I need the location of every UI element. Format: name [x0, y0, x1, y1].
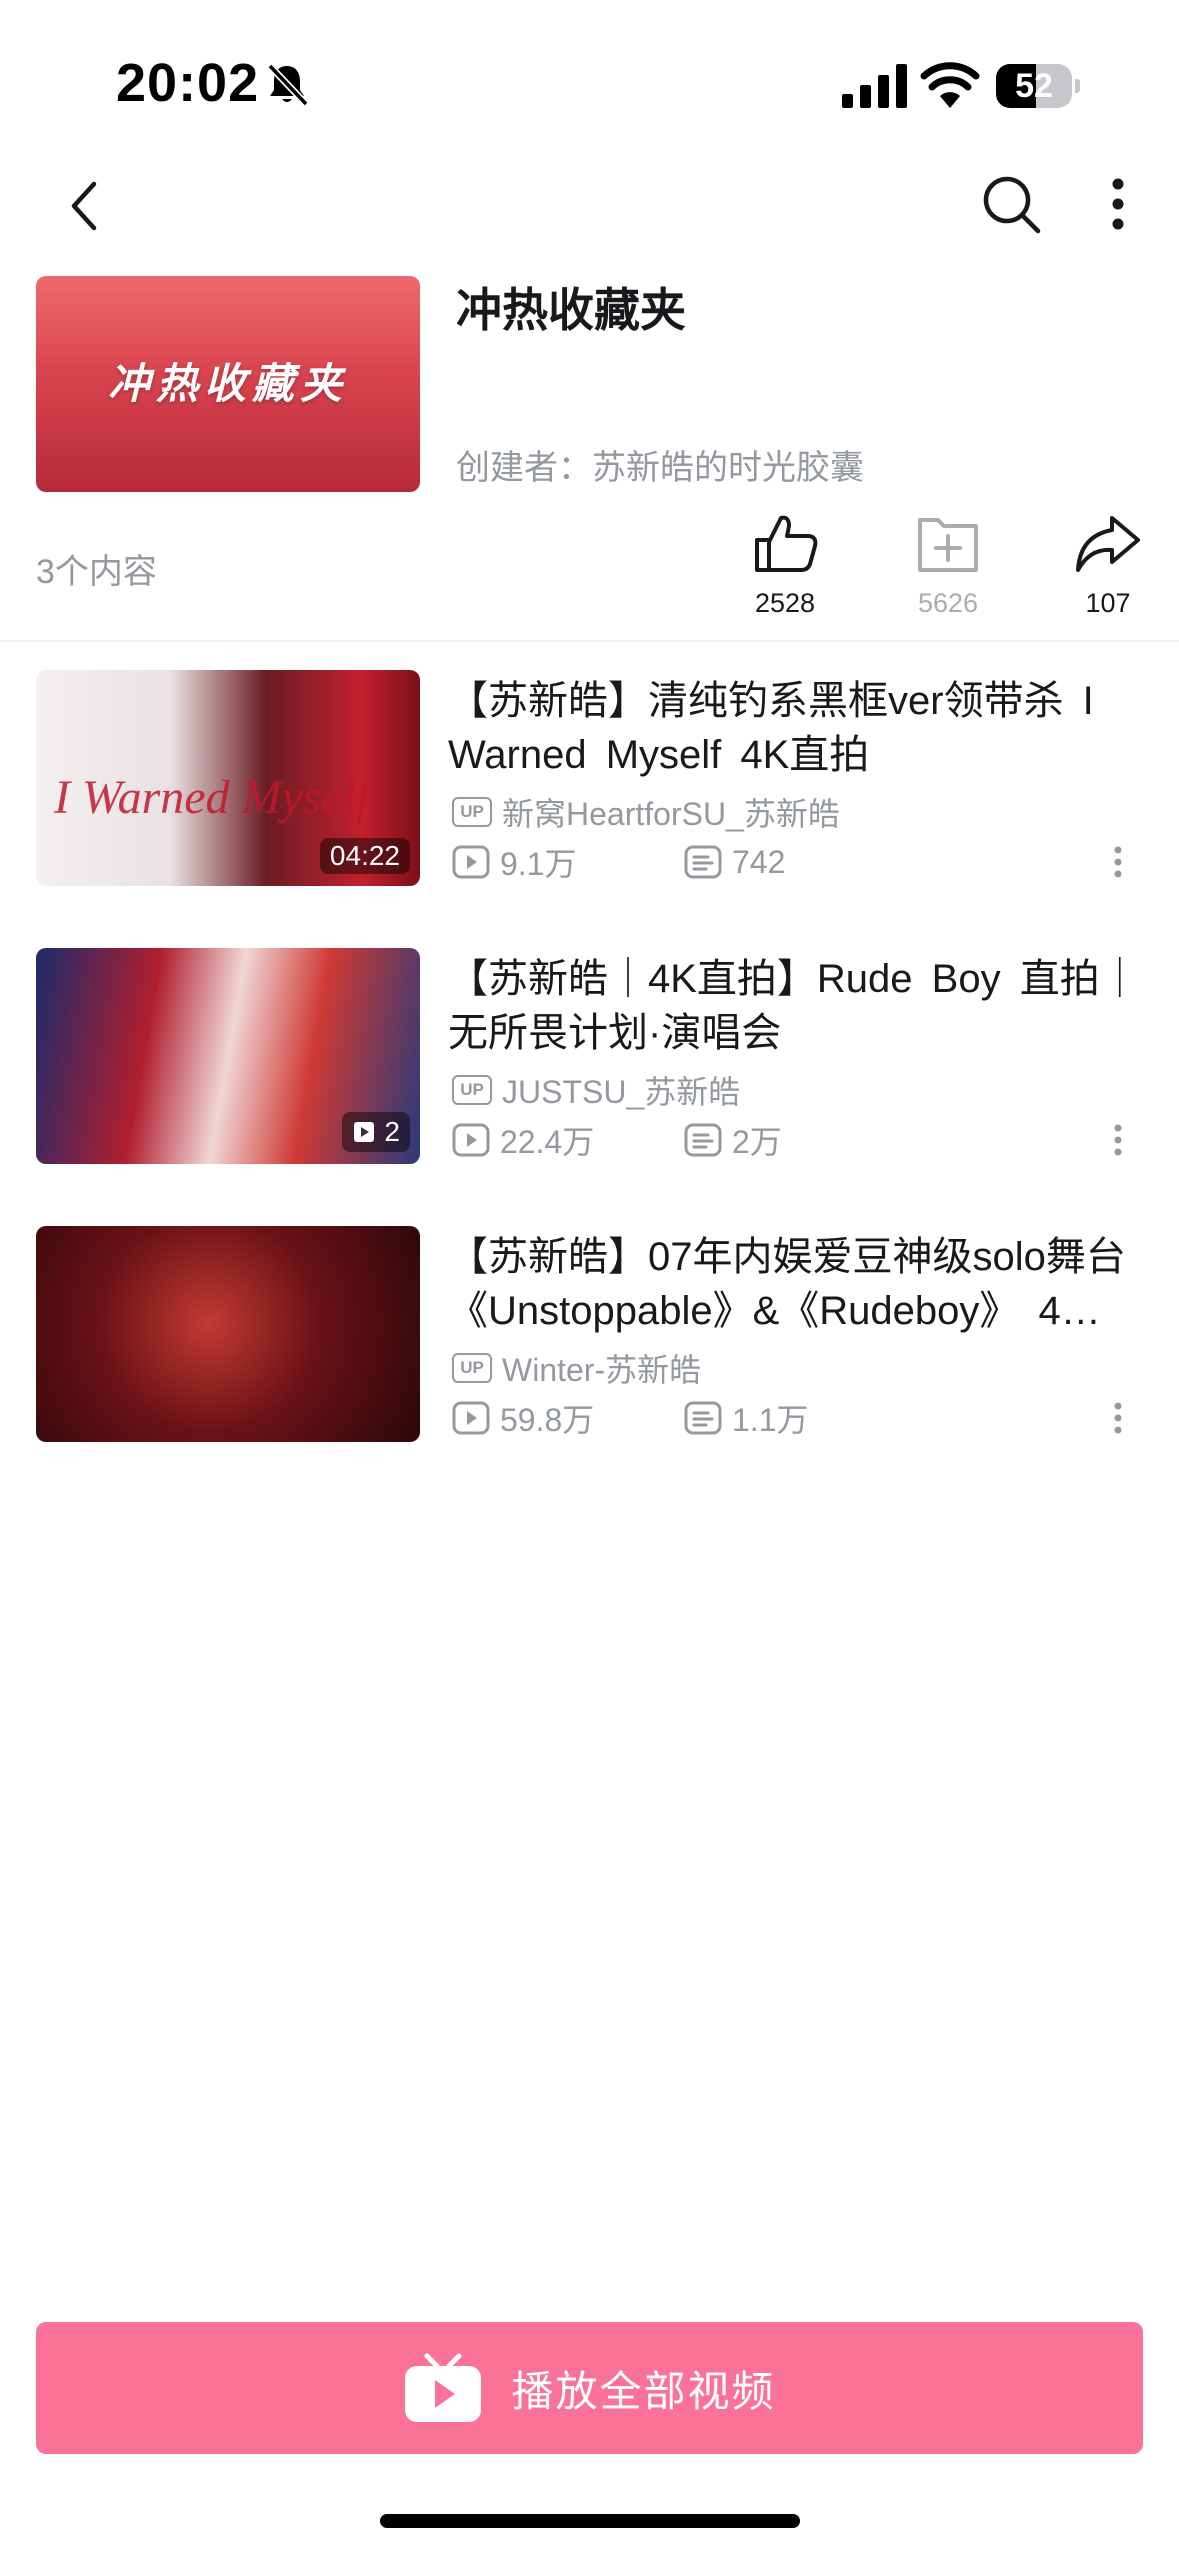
- play-count-icon: [452, 845, 490, 879]
- video-title[interactable]: 【苏新皓】清纯钓系黑框ver领带杀 I Warned Myself 4K直拍: [448, 674, 1148, 782]
- play-count-icon: [452, 1123, 490, 1157]
- favorite-button[interactable]: 5626: [888, 512, 1008, 624]
- more-vertical-icon[interactable]: [1108, 842, 1128, 882]
- wifi-icon: [920, 62, 980, 108]
- uploader-row[interactable]: UP 新窝HeartforSU_苏新皓: [452, 792, 840, 832]
- bell-muted-icon: [267, 63, 309, 107]
- view-count-text: 59.8万: [500, 1402, 595, 1438]
- search-icon[interactable]: [980, 172, 1044, 236]
- thumbs-up-icon: [755, 515, 818, 572]
- share-arrow-icon: [1076, 516, 1140, 572]
- video-duration: 04:22: [319, 838, 410, 874]
- content-count: 3个内容: [36, 553, 157, 591]
- video-list-item[interactable]: 【苏新皓】07年内娱爱豆神级solo舞台《Unstoppable》&《Rudeb…: [0, 1226, 1179, 1442]
- up-badge-icon: UP: [452, 797, 492, 827]
- danmaku-count: 742: [684, 844, 785, 881]
- view-count: 59.8万: [452, 1395, 684, 1441]
- folder-cover-text: 冲热收藏夹: [107, 360, 348, 407]
- uploader-row[interactable]: UP Winter-苏新皓: [452, 1348, 701, 1388]
- view-count: 9.1万: [452, 839, 684, 885]
- danmaku-count: 2万: [684, 1117, 782, 1163]
- danmaku-count: 1.1万: [684, 1395, 809, 1441]
- more-vertical-icon[interactable]: [1108, 1120, 1128, 1160]
- uploader-name: 新窝HeartforSU_苏新皓: [502, 796, 840, 832]
- uploader-name: JUSTSU_苏新皓: [502, 1074, 741, 1110]
- more-vertical-icon[interactable]: [1108, 1398, 1128, 1438]
- status-time: 20:02: [116, 53, 260, 113]
- view-count-text: 22.4万: [500, 1124, 595, 1160]
- video-list-item[interactable]: I Warned Myself 04:22 【苏新皓】清纯钓系黑框ver领带杀 …: [0, 670, 1179, 886]
- danmaku-count-text: 1.1万: [732, 1402, 809, 1438]
- video-thumbnail[interactable]: I Warned Myself 04:22: [36, 670, 420, 886]
- danmaku-icon: [684, 1123, 722, 1157]
- like-count: 2528: [754, 588, 816, 618]
- up-badge-icon: UP: [452, 1353, 492, 1383]
- video-thumbnail[interactable]: [36, 1226, 420, 1442]
- status-bar: 20:02 52: [0, 0, 1179, 150]
- back-arrow-icon[interactable]: [56, 172, 112, 240]
- up-badge-icon: UP: [452, 1075, 492, 1105]
- danmaku-icon: [684, 1401, 722, 1435]
- video-stats: 59.8万 1.1万: [452, 1398, 809, 1438]
- folder-creator[interactable]: 创建者：苏新皓的时光胶囊: [456, 440, 864, 489]
- play-count-icon: [452, 1401, 490, 1435]
- danmaku-count-text: 2万: [732, 1124, 782, 1160]
- home-indicator[interactable]: [380, 2514, 800, 2528]
- video-title[interactable]: 【苏新皓｜4K直拍】Rude Boy 直拍｜无所畏计划·演唱会: [448, 952, 1148, 1060]
- battery-level: 52: [1015, 67, 1053, 105]
- folder-add-icon: [918, 518, 978, 572]
- danmaku-icon: [684, 845, 722, 879]
- tv-icon: [405, 2353, 482, 2422]
- part-count: 2: [384, 1116, 400, 1147]
- uploader-row[interactable]: UP JUSTSU_苏新皓: [452, 1070, 740, 1110]
- video-list-item[interactable]: 2 【苏新皓｜4K直拍】Rude Boy 直拍｜无所畏计划·演唱会 UP JUS…: [0, 948, 1179, 1164]
- thumbnail-text: I Warned Myself: [54, 771, 370, 824]
- video-thumbnail[interactable]: 2: [36, 948, 420, 1164]
- like-button[interactable]: 2528: [725, 512, 845, 624]
- share-button[interactable]: 107: [1048, 512, 1168, 624]
- video-stats: 22.4万 2万: [452, 1120, 782, 1160]
- video-title[interactable]: 【苏新皓】07年内娱爱豆神级solo舞台《Unstoppable》&《Rudeb…: [448, 1230, 1148, 1338]
- view-count: 22.4万: [452, 1117, 684, 1163]
- header-divider: [0, 640, 1179, 642]
- play-all-label: 播放全部视频: [511, 2367, 776, 2415]
- view-count-text: 9.1万: [500, 846, 577, 882]
- battery-icon: 52: [996, 64, 1080, 108]
- video-stats: 9.1万 742: [452, 842, 785, 882]
- cellular-signal-icon: [842, 64, 907, 108]
- favorite-count: 5626: [917, 588, 979, 618]
- play-all-button[interactable]: 播放全部视频: [36, 2322, 1143, 2454]
- share-count: 107: [1085, 588, 1131, 618]
- uploader-name: Winter-苏新皓: [502, 1352, 702, 1388]
- more-vertical-icon[interactable]: [1098, 172, 1138, 236]
- folder-title: 冲热收藏夹: [456, 284, 686, 336]
- multi-part-badge: 2: [342, 1112, 410, 1152]
- danmaku-count-text: 742: [732, 843, 786, 880]
- playlist-icon: [354, 1122, 375, 1142]
- folder-cover: 冲热收藏夹: [36, 276, 420, 492]
